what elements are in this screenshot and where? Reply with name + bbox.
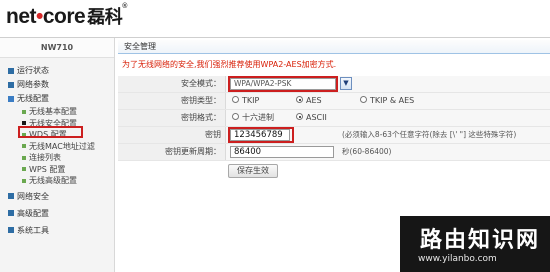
- radio-label: AES: [306, 96, 322, 105]
- key-renewal-input[interactable]: 86400: [230, 146, 334, 158]
- sidebar-item-system-tools[interactable]: 系统工具: [0, 224, 114, 238]
- radio-label: 十六进制: [242, 113, 274, 122]
- security-notice: 为了无线网络的安全,我们强烈推荐使用WPA2-AES加密方式.: [122, 60, 337, 69]
- submenu-bullet-icon: [22, 178, 26, 183]
- key-row: 密钥 123456789 (必须输入8-63个任意字符(除去 [\' "] 这些…: [118, 127, 550, 144]
- menu-bullet-icon: [8, 67, 14, 74]
- device-model: NW710: [0, 38, 114, 58]
- sidebar-item-status[interactable]: 运行状态: [0, 64, 114, 78]
- radio-label: ASCII: [306, 113, 327, 122]
- sidebar-item-advanced[interactable]: 高级配置: [0, 207, 114, 221]
- sidebar-item-network[interactable]: 网络参数: [0, 78, 114, 92]
- sidebar-item-label: 运行状态: [17, 66, 49, 75]
- security-mode-highlight: [228, 76, 338, 92]
- panel-title: 安全管理: [118, 40, 550, 54]
- key-format-ascii-option[interactable]: ASCII: [296, 110, 327, 126]
- sidebar-item-label: 无线配置: [17, 94, 49, 103]
- sidebar-item-mac-filter[interactable]: 无线MAC地址过滤: [0, 141, 114, 153]
- key-renewal-row: 密钥更新周期： 86400 秒(60-86400): [118, 144, 550, 161]
- cipher-type-label: 密钥类型：: [118, 93, 226, 109]
- submenu-bullet-icon: [22, 144, 26, 148]
- watermark-cn-text: 路由知识网: [420, 228, 541, 253]
- key-renewal-hint: 秒(60-86400): [342, 147, 392, 156]
- sidebar-item-label: 连接列表: [29, 153, 61, 162]
- submenu-bullet-icon: [22, 109, 26, 114]
- cipher-tkip-aes-option[interactable]: TKIP & AES: [360, 93, 414, 109]
- logo-cn-text: 磊科: [87, 7, 123, 27]
- sidebar-item-label: 无线基本配置: [29, 107, 77, 116]
- security-mode-row: 安全模式： WPA/WPA2-PSK ▼: [118, 76, 550, 93]
- security-mode-label: 安全模式：: [118, 76, 226, 92]
- sidebar-item-label: 无线高级配置: [29, 176, 77, 185]
- sidebar-item-network-security[interactable]: 网络安全: [0, 190, 114, 204]
- cipher-tkip-option[interactable]: TKIP: [232, 93, 259, 109]
- menu-bullet-icon: [8, 210, 14, 216]
- button-row: 保存生效: [118, 162, 550, 182]
- key-format-row: 密钥格式： 十六进制 ASCII: [118, 110, 550, 127]
- radio-label: TKIP & AES: [370, 96, 415, 105]
- sidebar-item-connection-list[interactable]: 连接列表: [0, 152, 114, 164]
- radio-icon[interactable]: [232, 113, 239, 120]
- chevron-down-icon[interactable]: ▼: [340, 77, 352, 90]
- sidebar-item-label: WPS 配置: [29, 164, 66, 174]
- sidebar-item-wireless-basic[interactable]: 无线基本配置: [0, 106, 114, 118]
- save-button[interactable]: 保存生效: [228, 164, 278, 178]
- logo-dot: •: [36, 5, 43, 28]
- logo-net-text: net: [6, 5, 37, 28]
- radio-icon[interactable]: [360, 96, 367, 103]
- sidebar-item-wireless-advanced[interactable]: 无线高级配置: [0, 175, 114, 187]
- logo-core-text: core: [42, 5, 86, 28]
- cipher-aes-option[interactable]: AES: [296, 93, 322, 109]
- sidebar-item-label: 网络安全: [17, 191, 49, 201]
- sidebar-item-label: 高级配置: [17, 208, 49, 218]
- submenu-bullet-icon: [22, 121, 26, 125]
- watermark: 路由知识网 www.yilanbo.com: [400, 216, 550, 272]
- key-format-hex-option[interactable]: 十六进制: [232, 110, 274, 126]
- radio-selected-icon[interactable]: [296, 113, 303, 120]
- active-item-highlight: [18, 126, 83, 138]
- sidebar-item-label: 无线MAC地址过滤: [29, 141, 95, 151]
- sidebar-item-wireless[interactable]: 无线配置: [0, 92, 114, 106]
- menu-bullet-icon: [8, 95, 14, 102]
- security-form: 安全模式： WPA/WPA2-PSK ▼ 密钥类型： TKIP AES TKIP…: [118, 76, 550, 178]
- sidebar: NW710 运行状态 网络参数 无线配置 无线基本配置 无线安全配置 WDS 配…: [0, 38, 115, 272]
- logo-trademark: ®: [122, 3, 127, 10]
- cipher-type-row: 密钥类型： TKIP AES TKIP & AES: [118, 93, 550, 110]
- sidebar-menu: 运行状态 网络参数 无线配置 无线基本配置 无线安全配置 WDS 配置 无线MA…: [0, 58, 114, 238]
- radio-icon[interactable]: [232, 96, 239, 103]
- menu-bullet-icon: [8, 193, 14, 199]
- sidebar-item-wps[interactable]: WPS 配置: [0, 164, 114, 176]
- submenu-bullet-icon: [22, 167, 26, 171]
- sidebar-item-label: 网络参数: [17, 80, 49, 89]
- key-label: 密钥: [118, 127, 226, 143]
- key-renewal-label: 密钥更新周期：: [118, 144, 226, 160]
- radio-selected-icon[interactable]: [296, 96, 303, 103]
- radio-label: TKIP: [242, 96, 260, 105]
- sidebar-item-label: 系统工具: [17, 225, 49, 235]
- submenu-bullet-icon: [22, 155, 26, 160]
- key-hint: (必须输入8-63个任意字符(除去 [\' "] 这些特殊字符): [342, 130, 517, 139]
- watermark-url-text: www.yilanbo.com: [418, 254, 497, 264]
- netcore-logo: net•core 磊科®: [6, 3, 127, 29]
- menu-bullet-icon: [8, 227, 14, 233]
- key-input-highlight: [228, 127, 294, 143]
- key-format-label: 密钥格式：: [118, 110, 226, 126]
- menu-bullet-icon: [8, 81, 14, 88]
- app-header: net•core 磊科®: [0, 0, 550, 38]
